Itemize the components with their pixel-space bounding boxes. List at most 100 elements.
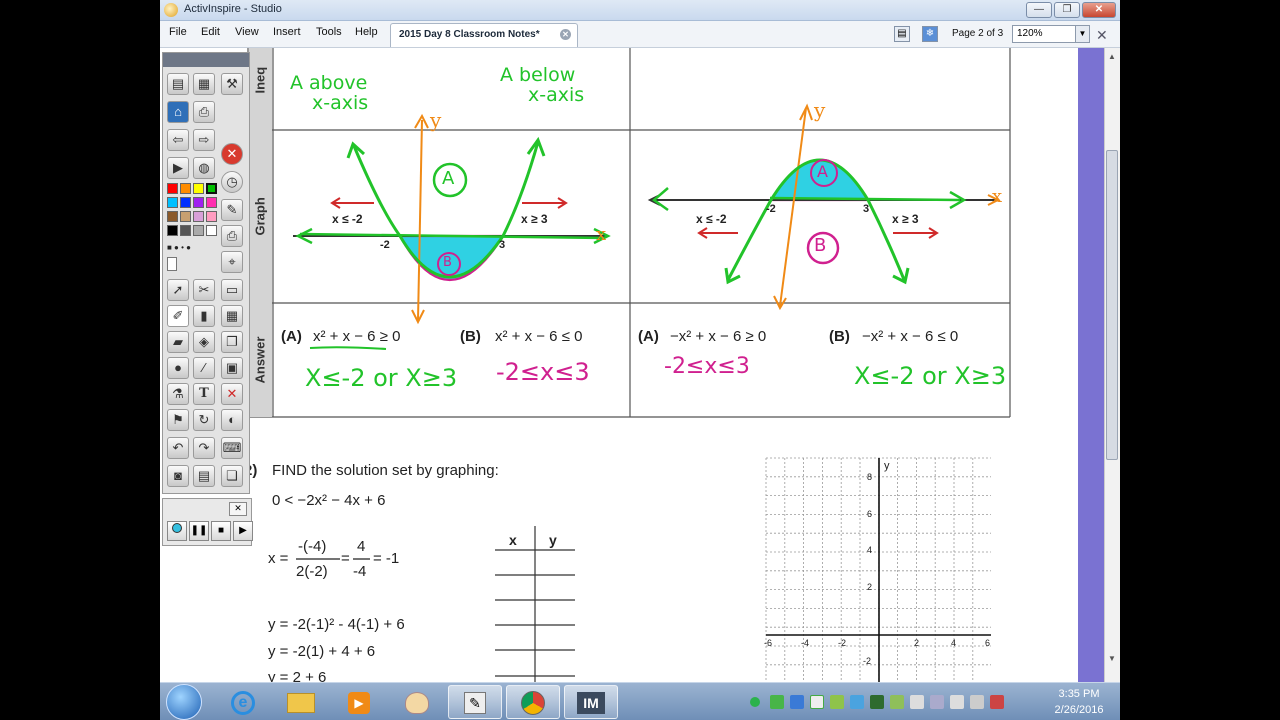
clock-date[interactable]: 2/26/2016 [1048, 704, 1110, 716]
taskbar-activinspire[interactable]: ✎ [448, 685, 502, 719]
refresh-icon[interactable]: ↻ [193, 409, 215, 431]
spotlight-icon[interactable]: ◐ [221, 409, 243, 431]
color-tan[interactable] [180, 211, 191, 222]
color-cyan[interactable] [167, 197, 178, 208]
alert-icon[interactable] [990, 695, 1004, 709]
color-pink[interactable] [206, 197, 217, 208]
tools-scissors-icon[interactable]: ✂ [193, 279, 215, 301]
text-tool-icon[interactable]: T [193, 383, 215, 405]
start-button[interactable] [166, 684, 202, 720]
scrollbar-thumb[interactable] [1106, 150, 1118, 460]
magic-ink-icon[interactable]: ⚗ [167, 383, 189, 405]
color-white[interactable] [206, 225, 217, 236]
color-orange[interactable] [180, 183, 191, 194]
reset-icon[interactable]: ✕ [221, 143, 243, 165]
undo-icon[interactable]: ↶ [167, 437, 189, 459]
menu-view[interactable]: View [235, 26, 259, 38]
color-green[interactable] [206, 183, 217, 194]
globe-icon[interactable]: ◍ [193, 157, 215, 179]
connector-icon[interactable]: ⁄ [193, 357, 215, 379]
taskbar-ie[interactable]: e [216, 685, 270, 719]
page-browser-strip[interactable] [1078, 48, 1104, 682]
color-purple[interactable] [193, 197, 204, 208]
pen-ink-icon[interactable]: ✎ [221, 199, 243, 221]
speaker-icon[interactable] [970, 695, 984, 709]
menu-edit[interactable]: Edit [201, 26, 220, 38]
back-arrow-icon[interactable]: ⇦ [167, 129, 189, 151]
cloud-icon[interactable] [850, 695, 864, 709]
main-menu-icon[interactable]: ▤ [167, 73, 189, 95]
record-icon[interactable] [167, 521, 187, 541]
clear-icon[interactable]: ⚑ [167, 409, 189, 431]
close-button[interactable]: ✕ [1082, 2, 1116, 18]
calculator-icon[interactable]: ▤ [193, 465, 215, 487]
snowflake-icon[interactable]: ❄ [922, 26, 938, 42]
pen-width-dots[interactable]: ■ ● • ● [167, 243, 217, 252]
browsers-icon[interactable]: ▦ [193, 73, 215, 95]
camera-snapshot-icon[interactable]: ◙ [167, 465, 189, 487]
scroll-down-icon[interactable]: ▼ [1106, 654, 1118, 666]
color-gray[interactable] [193, 225, 204, 236]
width-slider-handle[interactable] [167, 257, 177, 271]
network-tray-icon[interactable] [790, 695, 804, 709]
document-tab[interactable]: 2015 Day 8 Classroom Notes* ✕ [390, 23, 578, 47]
scroll-up-icon[interactable]: ▲ [1106, 52, 1118, 64]
forward-arrow-icon[interactable]: ⇨ [193, 129, 215, 151]
grid-icon[interactable]: ▦ [221, 305, 243, 327]
taskbar-explorer[interactable] [274, 685, 328, 719]
menu-file[interactable]: File [169, 26, 187, 38]
shape-icon[interactable]: ● [167, 357, 189, 379]
minimize-button[interactable]: — [1026, 2, 1052, 18]
play-record-icon[interactable]: ▶ [233, 521, 253, 541]
camera-icon[interactable]: ▭ [221, 279, 243, 301]
printer-icon[interactable]: ⎙ [221, 225, 243, 247]
status-dot-icon[interactable] [750, 697, 760, 707]
menu-insert[interactable]: Insert [273, 26, 301, 38]
color-dark-gray[interactable] [180, 225, 191, 236]
keyboard-icon[interactable]: ⌨ [221, 437, 243, 459]
docs-icon[interactable]: ❏ [221, 465, 243, 487]
color-lilac[interactable] [193, 211, 204, 222]
clock-time[interactable]: 3:35 PM [1048, 688, 1110, 700]
menu-tools[interactable]: Tools [316, 26, 342, 38]
redo-icon[interactable]: ↷ [193, 437, 215, 459]
zoom-select[interactable]: 120% ▼ [1012, 25, 1090, 43]
select-arrow-icon[interactable]: ➚ [167, 279, 189, 301]
delete-icon[interactable]: ✕ [221, 383, 243, 405]
pen-tool-icon[interactable]: ✐ [167, 305, 189, 327]
volume-icon[interactable] [950, 695, 964, 709]
eraser-icon[interactable]: ▰ [167, 331, 189, 353]
device-icon[interactable] [910, 695, 924, 709]
taskbar-media[interactable]: ▶ [332, 685, 386, 719]
clock-icon[interactable]: ◷ [221, 171, 243, 193]
page-copy-icon[interactable]: ❐ [221, 331, 243, 353]
sync-icon[interactable] [770, 695, 784, 709]
color-red[interactable] [167, 183, 178, 194]
page-icon[interactable]: ⎙ [193, 101, 215, 123]
taskbar-paint[interactable] [390, 685, 444, 719]
taskbar-chrome[interactable] [506, 685, 560, 719]
color-black[interactable] [167, 225, 178, 236]
menu-help[interactable]: Help [355, 26, 378, 38]
taskbar-im[interactable]: IM [564, 685, 618, 719]
restore-button[interactable]: ❐ [1054, 2, 1080, 18]
home-icon[interactable]: ⌂ [167, 101, 189, 123]
pause-icon[interactable]: ❚❚ [189, 521, 209, 541]
stop-icon[interactable]: ■ [211, 521, 231, 541]
highlighter-icon[interactable]: ▮ [193, 305, 215, 327]
image-icon[interactable]: ▣ [221, 357, 243, 379]
fill-icon[interactable]: ◈ [193, 331, 215, 353]
color-light-pink[interactable] [206, 211, 217, 222]
tools-icon[interactable]: ⚒ [221, 73, 243, 95]
vpn-icon[interactable] [870, 695, 884, 709]
monitor-icon[interactable] [930, 695, 944, 709]
compass-icon[interactable]: ⌖ [221, 251, 243, 273]
page-sorter-icon[interactable]: ▤ [894, 26, 910, 42]
flag-icon[interactable] [890, 695, 904, 709]
recorder-close-icon[interactable]: ✕ [229, 502, 247, 516]
color-brown[interactable] [167, 211, 178, 222]
color-blue[interactable] [180, 197, 191, 208]
checkmark-icon[interactable] [810, 695, 824, 709]
shield-icon[interactable] [830, 695, 844, 709]
fullscreen-icon[interactable]: ✕ [1096, 27, 1108, 44]
